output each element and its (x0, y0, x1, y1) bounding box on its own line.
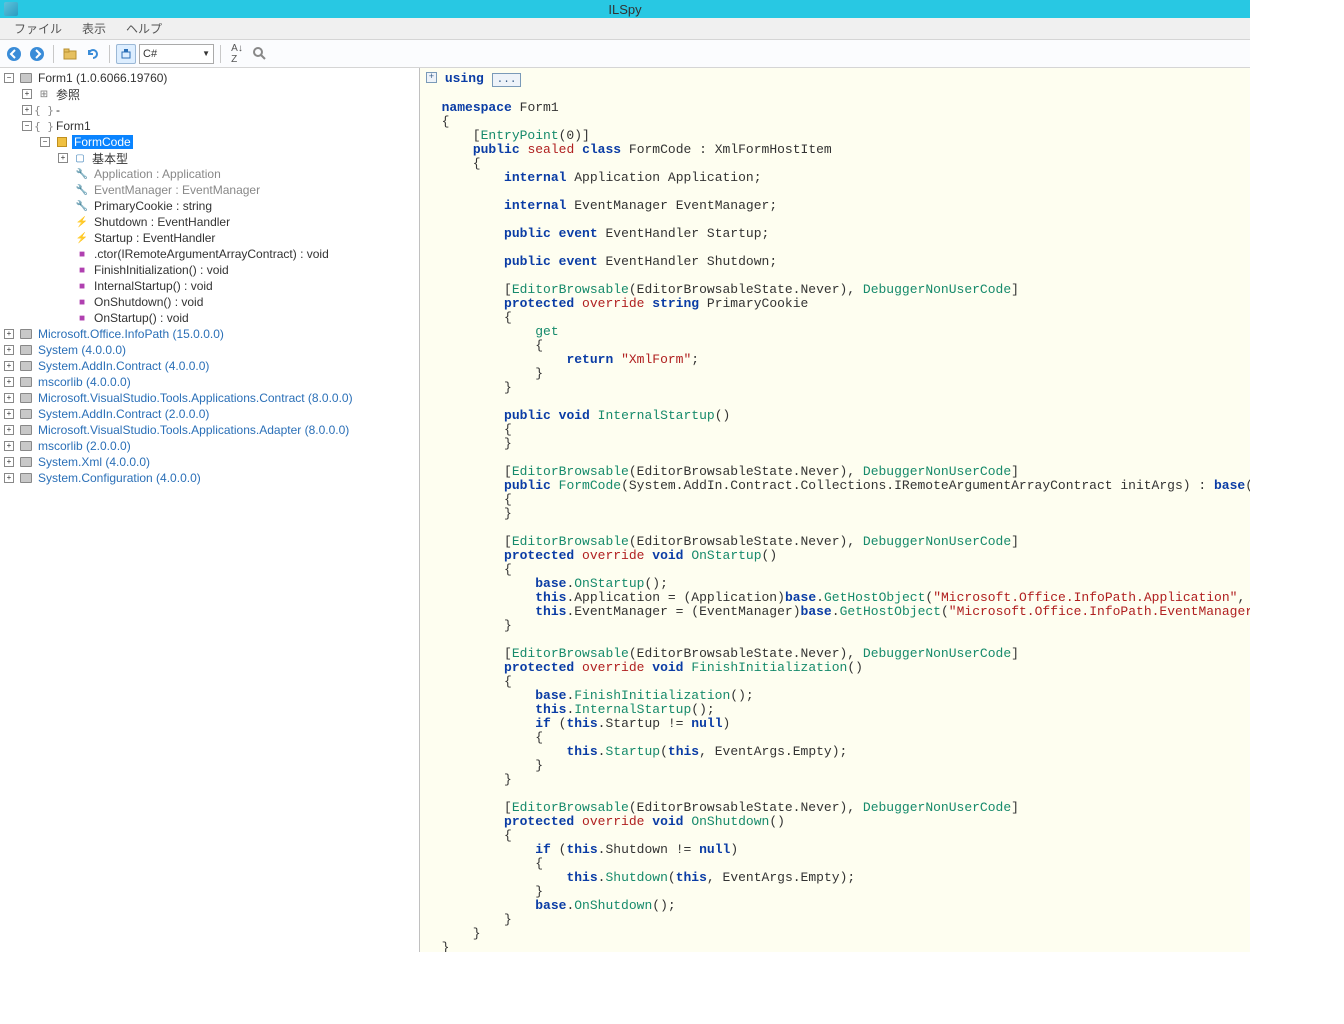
menu-file[interactable]: ファイル (14, 20, 62, 37)
menu-bar: ファイル 表示 ヘルプ (0, 18, 1250, 40)
tree-member[interactable]: FinishInitialization() : void (92, 263, 231, 277)
method-icon: ■ (75, 279, 89, 293)
event-icon: ⚡ (75, 215, 89, 229)
tree-member[interactable]: Application : Application (92, 167, 223, 181)
fold-box[interactable]: ... (492, 73, 522, 87)
tree-panel[interactable]: −Form1 (1.0.6066.19760) +⊞参照 +- −Form1 −… (0, 68, 420, 952)
base-icon: ▢ (73, 151, 87, 165)
assembly-icon (19, 423, 33, 437)
tree-assembly[interactable]: System.Configuration (4.0.0.0) (36, 471, 203, 485)
toolbar-separator (220, 45, 221, 63)
tree-assembly[interactable]: System.Xml (4.0.0.0) (36, 455, 152, 469)
tree-toggle[interactable]: − (40, 137, 50, 147)
tree-toggle[interactable]: + (4, 441, 14, 451)
references-icon: ⊞ (37, 87, 51, 101)
namespace-icon (37, 119, 51, 133)
assembly-icon (19, 71, 33, 85)
event-icon: ⚡ (75, 231, 89, 245)
assembly-icon (19, 343, 33, 357)
assembly-icon (19, 455, 33, 469)
tree-class-formcode[interactable]: FormCode (72, 135, 133, 149)
method-icon: ■ (75, 247, 89, 261)
window-title: ILSpy (608, 2, 641, 17)
tree-member[interactable]: Shutdown : EventHandler (92, 215, 232, 229)
analyze-button[interactable] (116, 44, 136, 64)
tree-member[interactable]: InternalStartup() : void (92, 279, 215, 293)
method-icon: ■ (75, 311, 89, 325)
menu-view[interactable]: 表示 (82, 20, 106, 37)
language-label: C# (143, 48, 157, 60)
assembly-icon (19, 407, 33, 421)
tree-ns-form1[interactable]: Form1 (54, 119, 93, 133)
property-icon: 🔧 (75, 167, 89, 181)
tree-toggle[interactable]: + (4, 457, 14, 467)
tree-base-type[interactable]: 基本型 (90, 150, 130, 167)
back-button[interactable] (4, 44, 24, 64)
open-button[interactable] (60, 44, 80, 64)
toolbar: C# ▼ A↓Z (0, 40, 1250, 68)
namespace-icon (37, 103, 51, 117)
tree-member[interactable]: OnShutdown() : void (92, 295, 205, 309)
menu-help[interactable]: ヘルプ (126, 20, 162, 37)
search-button[interactable] (250, 44, 270, 64)
language-select[interactable]: C# ▼ (139, 44, 214, 64)
forward-button[interactable] (27, 44, 47, 64)
dropdown-icon: ▼ (202, 49, 210, 58)
tree-toggle[interactable]: + (22, 105, 32, 115)
tree-toggle[interactable]: + (4, 393, 14, 403)
tree-toggle[interactable]: − (4, 73, 14, 83)
tree-ns-dash[interactable]: - (54, 103, 62, 117)
tree-toggle[interactable]: + (4, 329, 14, 339)
fold-icon[interactable]: + (426, 72, 437, 83)
toolbar-separator (53, 45, 54, 63)
assembly-icon (19, 375, 33, 389)
tree-toggle[interactable]: + (22, 89, 32, 99)
assembly-icon (19, 439, 33, 453)
tree-assembly[interactable]: Microsoft.Office.InfoPath (15.0.0.0) (36, 327, 226, 341)
tree-references[interactable]: 参照 (54, 86, 82, 103)
tree-member[interactable]: OnStartup() : void (92, 311, 191, 325)
assembly-icon (19, 327, 33, 341)
method-icon: ■ (75, 263, 89, 277)
code-panel[interactable]: + using ... namespace Form1 { [EntryPoin… (420, 68, 1250, 952)
tree-assembly-root[interactable]: Form1 (1.0.6066.19760) (36, 71, 169, 85)
tree-assembly[interactable]: mscorlib (2.0.0.0) (36, 439, 133, 453)
tree-toggle[interactable]: + (4, 377, 14, 387)
tree-toggle[interactable]: + (4, 425, 14, 435)
tree-assembly[interactable]: System.AddIn.Contract (2.0.0.0) (36, 407, 211, 421)
tree-assembly[interactable]: mscorlib (4.0.0.0) (36, 375, 133, 389)
tree-member[interactable]: Startup : EventHandler (92, 231, 217, 245)
title-bar: ILSpy (0, 0, 1250, 18)
tree-toggle[interactable]: + (4, 361, 14, 371)
tree-assembly[interactable]: System.AddIn.Contract (4.0.0.0) (36, 359, 211, 373)
property-icon: 🔧 (75, 199, 89, 213)
assembly-icon (19, 391, 33, 405)
tree-member[interactable]: EventManager : EventManager (92, 183, 262, 197)
assembly-icon (19, 471, 33, 485)
tree-assembly[interactable]: System (4.0.0.0) (36, 343, 128, 357)
tree-toggle[interactable]: − (22, 121, 32, 131)
method-icon: ■ (75, 295, 89, 309)
tree-toggle[interactable]: + (58, 153, 68, 163)
tree-assembly[interactable]: Microsoft.VisualStudio.Tools.Application… (36, 391, 355, 405)
app-icon (4, 2, 18, 16)
property-icon: 🔧 (75, 183, 89, 197)
tree-member[interactable]: PrimaryCookie : string (92, 199, 214, 213)
class-icon (55, 135, 69, 149)
assembly-icon (19, 359, 33, 373)
tree-member[interactable]: .ctor(IRemoteArgumentArrayContract) : vo… (92, 247, 331, 261)
toolbar-separator (109, 45, 110, 63)
tree-assembly[interactable]: Microsoft.VisualStudio.Tools.Application… (36, 423, 351, 437)
tree-toggle[interactable]: + (4, 473, 14, 483)
code-view[interactable]: + using ... namespace Form1 { [EntryPoin… (420, 68, 1250, 952)
tree-toggle[interactable]: + (4, 409, 14, 419)
refresh-button[interactable] (83, 44, 103, 64)
sort-button[interactable]: A↓Z (227, 44, 247, 64)
tree-toggle[interactable]: + (4, 345, 14, 355)
